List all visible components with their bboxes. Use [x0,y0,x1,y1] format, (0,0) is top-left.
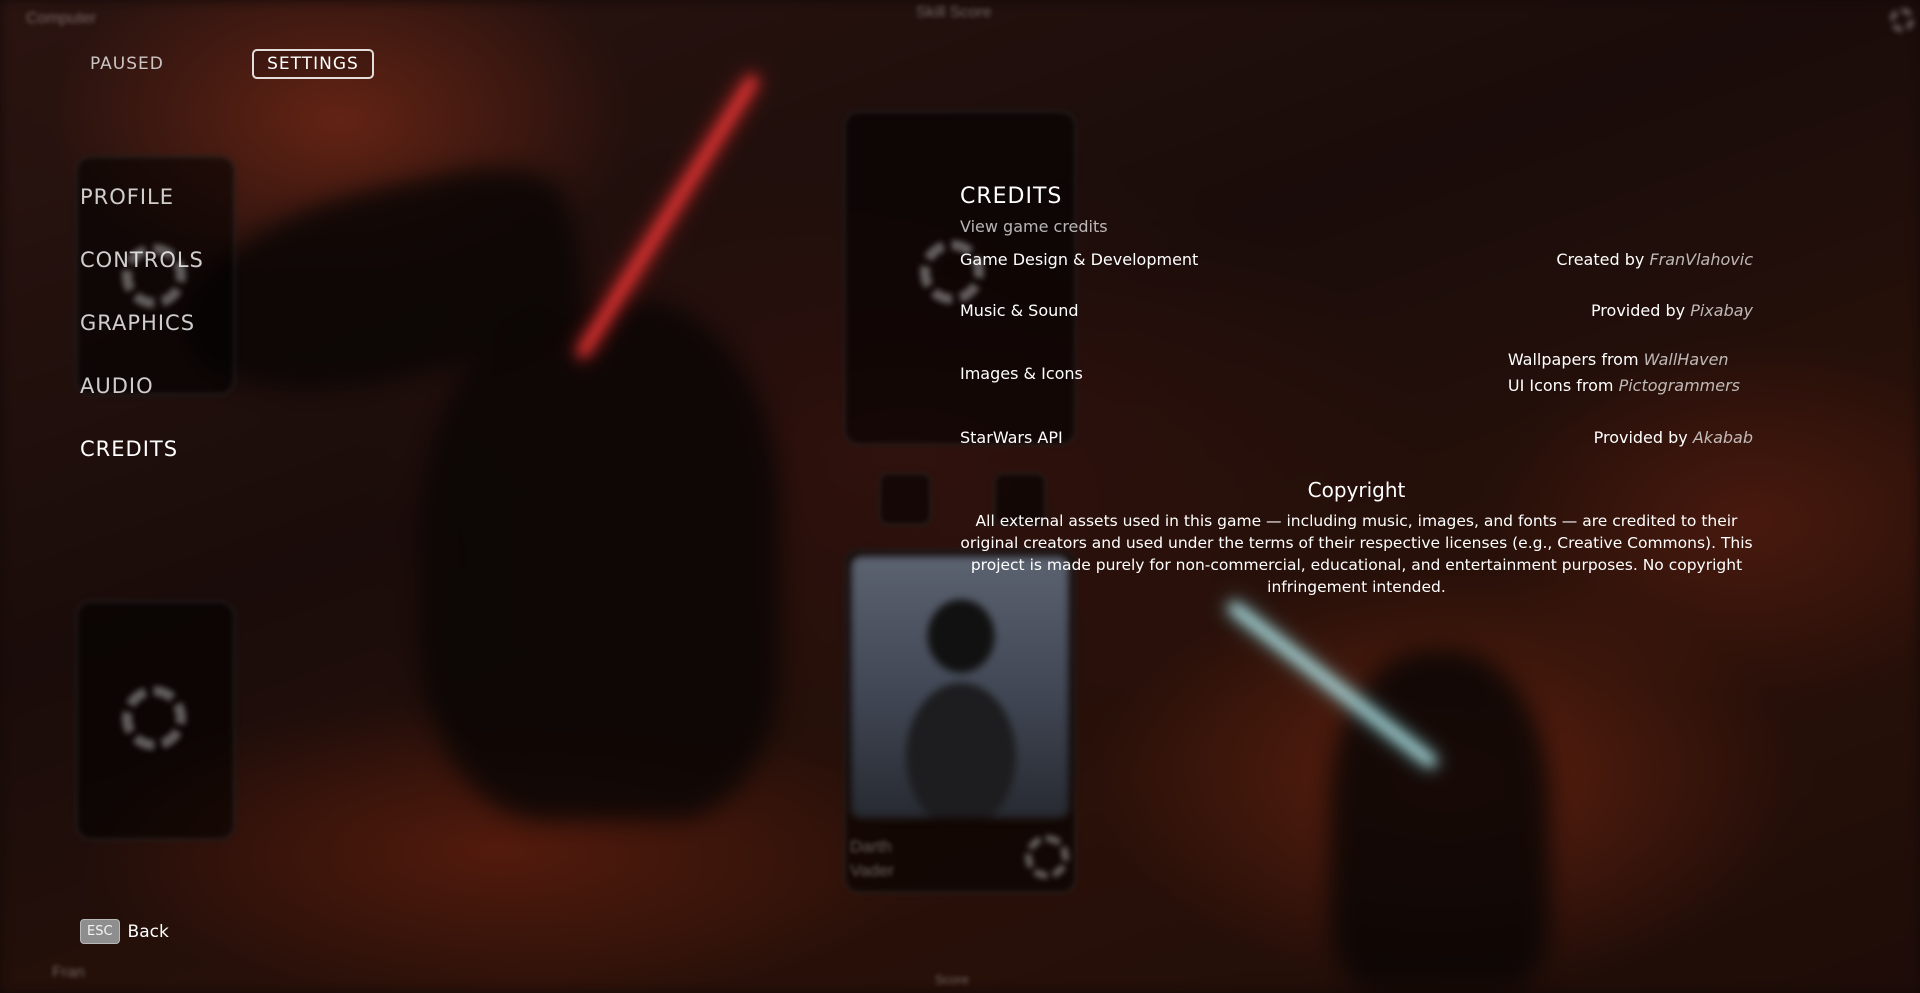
gear-icon [1025,835,1069,879]
credit-label: Game Design & Development [960,250,1199,269]
game-screen: Computer Skill Score Fran Score Darth Va… [0,0,1920,993]
menu-item-audio[interactable]: AUDIO [80,369,204,432]
background-card-name: Darth Vader [850,837,895,880]
background-bottom-score-label: Score [935,972,969,987]
back-button[interactable]: ESC Back [80,919,169,944]
background-opponent-label: Fran [52,964,85,981]
credit-value: Created by FranVlahovic [1556,250,1753,269]
settings-side-menu: PROFILE CONTROLS GRAPHICS AUDIO CREDITS [80,180,204,495]
back-label: Back [127,921,169,942]
esc-key-badge: ESC [80,919,120,944]
menu-item-graphics[interactable]: GRAPHICS [80,306,204,369]
copyright-text: All external assets used in this game — … [960,512,1753,596]
credit-label: Music & Sound [960,301,1079,320]
background-player-label: Computer [26,10,97,27]
copyright-heading: Copyright [1307,478,1406,502]
menu-item-profile[interactable]: PROFILE [80,180,204,243]
credit-value: Wallpapers from WallHaven UI Icons from … [1507,350,1740,395]
arrow-down-icon [878,472,932,526]
section-title: CREDITS [960,184,1063,209]
background-score-label: Skill Score [916,4,992,21]
credit-value: Provided by Pixabay [1590,301,1753,320]
credit-value: Provided by Akabab [1593,428,1753,447]
credit-label: StarWars API [960,428,1063,447]
menu-item-controls[interactable]: CONTROLS [80,243,204,306]
tab-settings[interactable]: SETTINGS [252,49,374,79]
gear-icon [122,686,186,750]
credit-label: Images & Icons [960,364,1083,383]
credits-panel: CREDITS View game credits Game Design & … [960,184,1753,596]
tab-paused[interactable]: PAUSED [90,54,164,74]
menu-item-credits[interactable]: CREDITS [80,432,204,495]
section-subtitle: View game credits [960,217,1108,236]
gear-icon [1890,8,1914,32]
